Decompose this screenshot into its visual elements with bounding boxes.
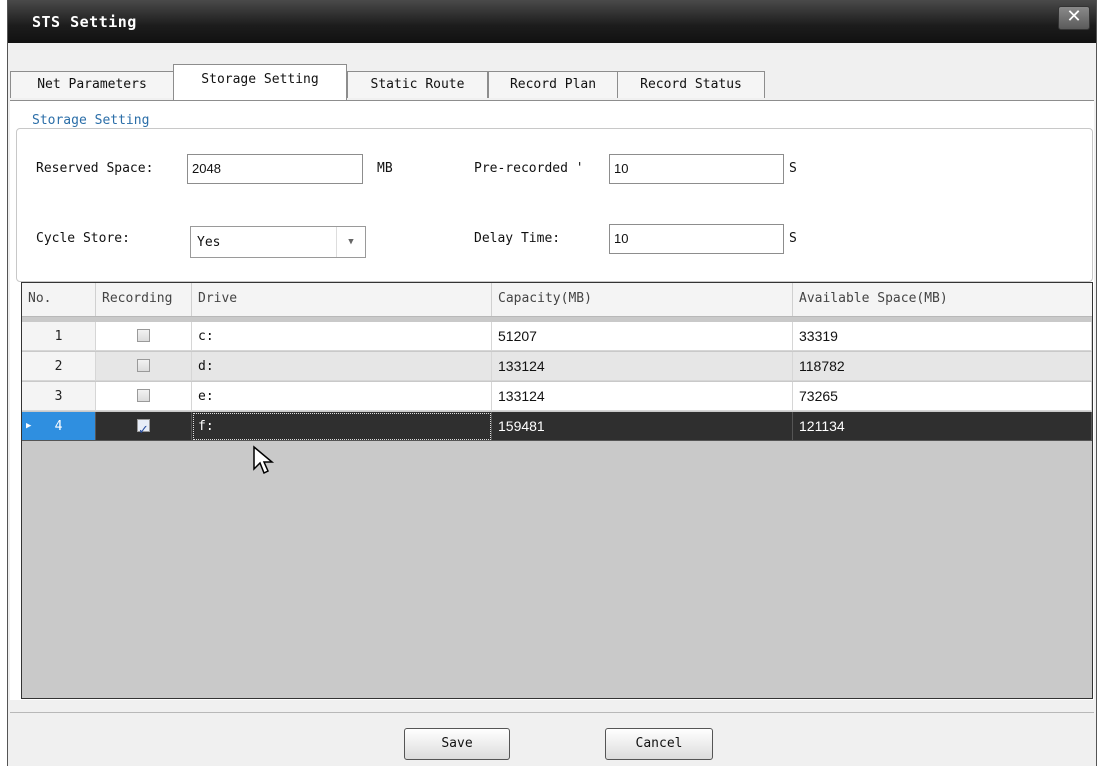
row-number[interactable]: 3 [22,382,96,411]
row-pointer-icon: ▶ [26,421,32,431]
mouse-cursor-icon [253,445,275,475]
recording-cell [96,322,192,351]
row-number[interactable]: 1 [22,322,96,351]
recording-cell [96,412,192,441]
tab-record-plan[interactable]: Record Plan [488,71,618,98]
delay-time-unit: S [789,231,797,246]
drive-table: No. Recording Drive Capacity(MB) Availab… [21,282,1093,699]
sts-setting-window: STS Setting ✕ Net Parameters Storage Set… [7,0,1097,766]
capacity-cell: 133124 [492,382,793,411]
delay-time-label: Delay Time: [474,231,561,246]
chevron-down-icon[interactable]: ▼ [336,227,365,257]
capacity-cell: 133124 [492,352,793,381]
row-number[interactable]: ▶ 4 [22,412,96,441]
cycle-store-value: Yes [197,235,221,250]
group-legend: Storage Setting [28,113,154,128]
reserved-space-unit: MB [377,161,393,176]
delay-time-input[interactable]: 10 [609,224,784,254]
tab-storage-setting[interactable]: Storage Setting [173,64,347,100]
reserved-space-input[interactable]: 2048 [187,154,363,184]
tab-divider [10,100,1094,101]
title-bar[interactable]: STS Setting ✕ [8,0,1096,43]
table-header: No. Recording Drive Capacity(MB) Availab… [22,283,1092,317]
cycle-store-label: Cycle Store: [36,231,130,246]
table-row[interactable]: 2 d: 133124 118782 [22,352,1092,381]
pre-recorded-input[interactable]: 10 [609,154,784,184]
available-space-cell: 33319 [793,322,1092,351]
recording-checkbox[interactable] [137,329,150,342]
capacity-cell: 159481 [492,412,793,441]
tab-record-status[interactable]: Record Status [617,71,765,98]
recording-checkbox[interactable] [137,416,150,440]
close-button[interactable]: ✕ [1058,6,1090,30]
available-space-cell: 121134 [793,412,1092,441]
save-button[interactable]: Save [404,728,510,760]
capacity-cell: 51207 [492,322,793,351]
table-row[interactable]: 1 c: 51207 33319 [22,322,1092,351]
recording-checkbox[interactable] [137,359,150,372]
available-space-cell: 118782 [793,352,1092,381]
header-capacity[interactable]: Capacity(MB) [492,283,793,316]
header-drive[interactable]: Drive [192,283,492,316]
pre-recorded-unit: S [789,161,797,176]
table-row[interactable]: 3 e: 133124 73265 [22,382,1092,411]
drive-cell: d: [192,352,492,381]
row-number[interactable]: 2 [22,352,96,381]
cycle-store-select[interactable]: Yes ▼ [190,226,366,258]
recording-cell [96,382,192,411]
tab-net-parameters[interactable]: Net Parameters [10,71,174,98]
header-no[interactable]: No. [22,283,96,316]
footer-divider [10,712,1094,713]
cancel-button[interactable]: Cancel [605,728,713,760]
storage-setting-group [16,128,1093,282]
header-recording[interactable]: Recording [96,283,192,316]
drive-cell: e: [192,382,492,411]
table-row-selected[interactable]: ▶4 f: 159481 121134 [22,412,1092,441]
reserved-space-label: Reserved Space: [36,161,154,176]
drive-cell: f: [192,412,492,441]
window-title: STS Setting [32,13,137,31]
pre-recorded-label: Pre-recorded ' [474,161,584,176]
recording-cell [96,352,192,381]
available-space-cell: 73265 [793,382,1092,411]
tab-static-route[interactable]: Static Route [347,71,488,98]
drive-cell: c: [192,322,492,351]
header-available-space[interactable]: Available Space(MB) [793,283,1092,316]
recording-checkbox[interactable] [137,389,150,402]
